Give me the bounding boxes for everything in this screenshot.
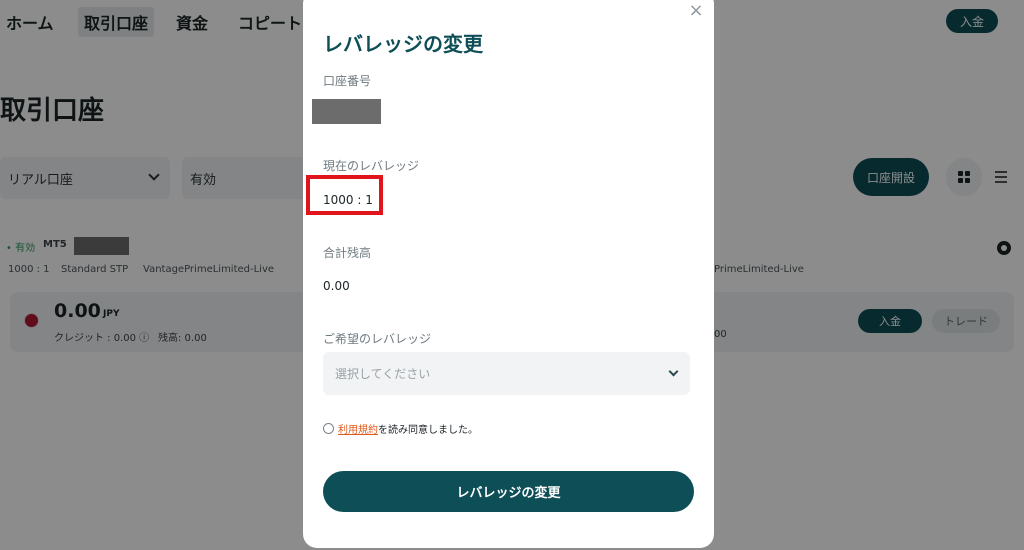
- current-leverage-label: 現在のレバレッジ: [323, 159, 420, 173]
- desired-leverage-label: ご希望のレバレッジ: [323, 332, 432, 346]
- total-balance-label: 合計残高: [323, 246, 372, 260]
- total-balance-value: 0.00: [323, 279, 350, 293]
- highlight-annotation: [306, 175, 383, 215]
- terms-radio[interactable]: [323, 423, 334, 434]
- chevron-down-icon: [668, 366, 679, 377]
- masked-account-number-field: [312, 99, 381, 124]
- desired-leverage-select[interactable]: 選択してください: [323, 352, 690, 395]
- terms-agreement: 利用規約 を読み同意しました。: [323, 421, 478, 436]
- modal-title: レバレッジの変更: [323, 32, 483, 56]
- change-leverage-button[interactable]: レバレッジの変更: [323, 471, 694, 512]
- close-icon[interactable]: ×: [687, 2, 705, 20]
- terms-link[interactable]: 利用規約: [338, 421, 378, 436]
- select-placeholder: 選択してください: [335, 367, 431, 381]
- change-leverage-modal: × レバレッジの変更 口座番号 現在のレバレッジ 1000 : 1 合計残高 0…: [303, 0, 714, 548]
- terms-text: を読み同意しました。: [378, 425, 478, 436]
- account-number-label: 口座番号: [323, 74, 372, 88]
